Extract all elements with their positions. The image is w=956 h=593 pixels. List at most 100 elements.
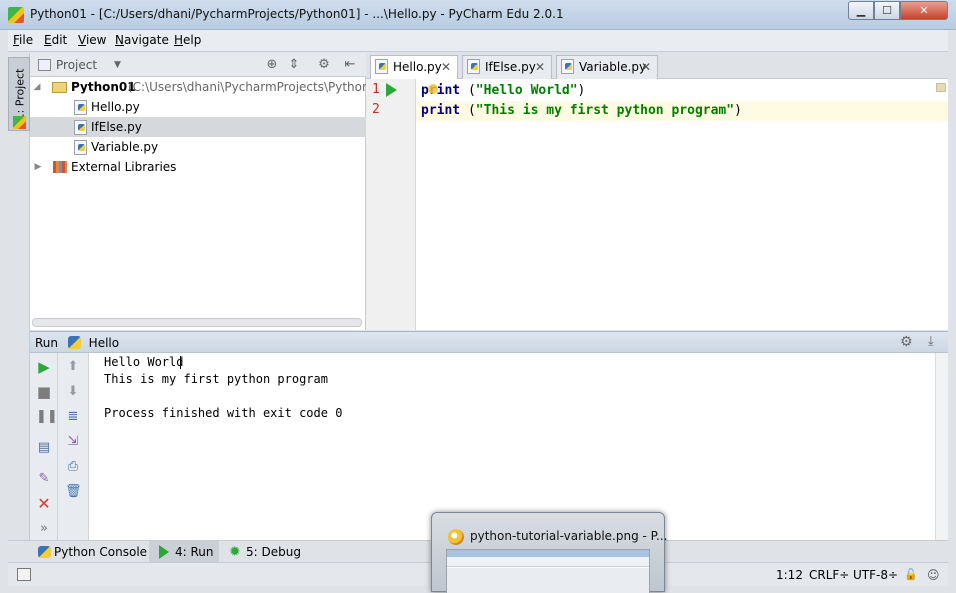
menu-bar: File Edit View Navigate Help [8,30,948,52]
python-file-icon [74,140,87,155]
scroll-to-end-icon[interactable]: ⇲ [65,434,81,450]
project-view-icon [38,59,51,71]
root-folder-name: Python01 [71,80,136,94]
tree-file-ifelse[interactable]: IfElse.py [30,117,366,137]
tab-label: 4: Run [175,545,214,559]
project-tool-icon [13,116,26,129]
tree-external-libraries[interactable]: ▶ External Libraries [30,157,366,177]
pycharm-app-icon[interactable] [8,7,24,23]
window-title: Python01 - [C:/Users/dhani/PycharmProjec… [30,7,564,21]
soft-wrap-icon[interactable]: ≣ [65,409,81,425]
tab-hello-py[interactable]: Hello.py ✕ [370,55,458,79]
tree-file-hello[interactable]: Hello.py [30,97,366,117]
menu-help[interactable]: Help [174,33,201,47]
lock-icon[interactable]: 🔓 [904,568,918,581]
menu-edit[interactable]: Edit [44,33,67,47]
preview-canvas [447,568,649,593]
code-line-current: print ("This is my first python program"… [416,101,948,121]
tab-run[interactable]: 4: Run [149,541,219,563]
minimize-button[interactable]: ▁ [848,1,874,20]
close-tab-icon[interactable]: ✕ [535,56,545,78]
lightbulb-icon[interactable] [428,84,438,94]
project-panel: Project ▼ ⊕ ⇕ ⚙ ⇤ ◢ Python01 (C:\Users\d… [30,53,390,330]
preview-titlebar [447,550,649,557]
tab-debug[interactable]: ✹ 5: Debug [226,541,306,563]
tab-label: Variable.py [579,60,647,74]
python-config-icon [67,336,81,349]
taskbar-thumbnail[interactable]: python-tutorial-variable.png - P... [431,512,667,593]
tree-file-label: Variable.py [91,140,159,154]
console-line: Hello World [104,355,184,369]
external-libraries-label: External Libraries [71,160,177,174]
run-config-name[interactable]: Hello [89,336,119,350]
project-view-label: Project [56,58,98,72]
down-arrow-icon[interactable]: ⬇ [65,384,81,400]
more-icon[interactable]: » [36,521,52,537]
inspection-marker[interactable] [936,83,946,92]
inspector-icon[interactable]: ☺ [927,568,940,582]
close-button[interactable]: ✕ [900,1,948,20]
maximize-button[interactable]: ☐ [874,1,900,20]
print-icon[interactable]: ⎙ [65,459,81,475]
root-folder-path: (C:\Users\dhani\PycharmProjects\Python01… [128,80,390,94]
pause-icon[interactable]: ❚❚ [36,409,58,425]
close-run-icon[interactable]: ✕ [36,496,52,512]
run-toolbar-secondary: ⬆ ⬇ ≣ ⇲ ⎙ 🗑 [58,353,89,540]
pin-icon[interactable]: ✎ [36,471,52,487]
toggle-tool-windows-icon[interactable] [17,568,31,581]
line-separator[interactable]: CRLF÷ [809,568,849,582]
text-cursor [180,356,181,369]
up-arrow-icon[interactable]: ⬆ [65,359,81,375]
run-panel-title: Run Hello [35,336,119,350]
collapse-arrow-icon[interactable]: ▶ [33,157,43,177]
stop-icon[interactable]: ■ [36,384,52,400]
expand-arrow-icon[interactable]: ◢ [32,77,42,97]
run-line-icon[interactable] [386,83,397,97]
tree-root-python01[interactable]: ◢ Python01 (C:\Users\dhani\PycharmProjec… [30,77,390,97]
tab-label: Python Console [54,545,148,559]
gear-icon[interactable]: ⚙ [316,57,332,73]
restore-layout-icon[interactable]: ▤ [36,440,52,456]
preview-ribbon [447,557,649,567]
tab-label: 5: Debug [246,545,301,559]
python-file-icon [375,59,388,74]
tab-ifelse-py[interactable]: IfElse.py ✕ [462,55,552,79]
trash-icon[interactable]: 🗑 [65,484,82,500]
console-vertical-scrollbar[interactable] [935,353,948,540]
tab-python-console[interactable]: Python Console [34,541,148,563]
run-label: Run [35,336,59,350]
menu-file[interactable]: File [13,33,33,47]
file-encoding[interactable]: UTF-8÷ [853,568,898,582]
code-editor[interactable]: print ("Hello World") print ("This is my… [416,79,948,330]
run-toolbar-primary: ▶ ■ ❚❚ ▤ ✎ ✕ » [30,353,58,540]
code-string: "This is my first python program" [475,103,735,118]
chevron-down-icon: ▼ [114,60,121,70]
menu-view[interactable]: View [78,33,106,47]
tree-file-label: Hello.py [91,100,140,114]
hide-panel-icon[interactable]: ⇤ [342,57,358,73]
run-icon [159,545,169,559]
code-line: print ("Hello World") [421,83,586,98]
code-string: "Hello World" [475,83,578,98]
code-keyword: print [421,103,461,118]
libraries-icon [53,161,67,173]
tree-file-label: IfElse.py [91,120,142,134]
close-tab-icon[interactable]: ✕ [641,56,651,78]
python-file-icon [561,59,574,74]
gear-icon[interactable]: ⚙ [900,334,913,350]
caret-position[interactable]: 1:12 [776,568,803,582]
project-tool-tab[interactable]: 1: Project [8,57,30,131]
line-number: 2 [372,102,380,117]
tree-file-variable[interactable]: Variable.py [30,137,366,157]
scroll-from-source-icon[interactable]: ⊕ [264,57,280,73]
rerun-icon[interactable]: ▶ [36,359,52,375]
project-horizontal-scrollbar[interactable] [32,318,362,327]
close-tab-icon[interactable]: ✕ [441,56,451,78]
left-tool-strip: 1: Project [8,53,30,540]
tab-variable-py[interactable]: Variable.py ✕ [556,55,658,79]
menu-navigate[interactable]: Navigate [115,33,169,47]
hide-panel-icon[interactable]: ⤓ [928,334,934,349]
python-file-icon [74,100,87,115]
project-view-combo[interactable]: Project ▼ [34,56,126,74]
collapse-all-icon[interactable]: ⇕ [286,57,302,73]
